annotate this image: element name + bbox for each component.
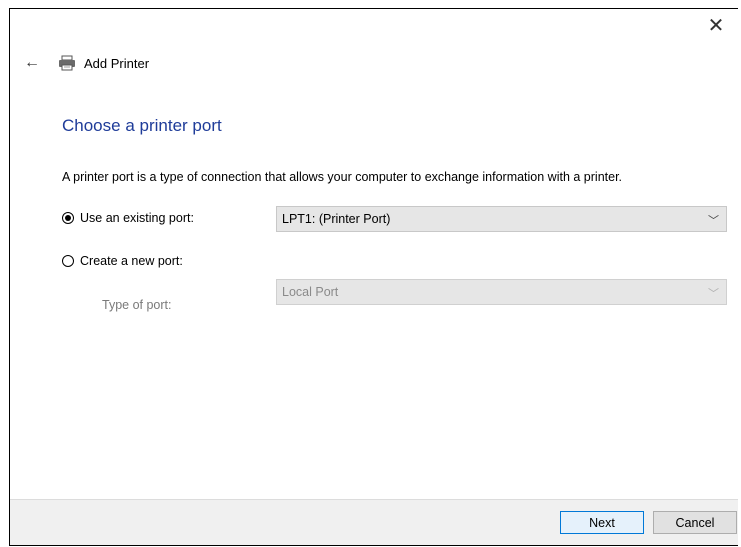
close-icon: ✕ xyxy=(707,14,725,37)
dialog-footer: Next Cancel xyxy=(10,499,738,545)
close-button[interactable]: ✕ xyxy=(696,9,736,41)
title-bar: ← Add Printer xyxy=(10,49,738,77)
type-of-port-value: Local Port xyxy=(282,285,339,299)
back-button[interactable]: ← xyxy=(22,54,42,72)
next-button[interactable]: Next xyxy=(560,511,644,534)
type-of-port-label: Type of port: xyxy=(102,298,172,312)
use-existing-port-radio[interactable] xyxy=(62,212,74,224)
chevron-down-icon: ﹀ xyxy=(708,215,719,227)
window-title: Add Printer xyxy=(84,55,150,71)
existing-port-select[interactable]: LPT1: (Printer Port) ﹀ xyxy=(276,206,727,232)
printer-icon xyxy=(59,55,75,71)
page-description: A printer port is a type of connection t… xyxy=(62,170,623,184)
back-arrow-icon: ← xyxy=(24,54,40,71)
create-new-port-option[interactable]: Create a new port: xyxy=(62,254,183,268)
page-title: Choose a printer port xyxy=(62,116,222,135)
create-new-port-radio[interactable] xyxy=(62,255,74,267)
existing-port-value: LPT1: (Printer Port) xyxy=(282,212,391,226)
chevron-down-icon: ﹀ xyxy=(708,288,719,300)
add-printer-dialog: ✕ ← Add Printer Choose a printer port A … xyxy=(9,8,738,546)
type-of-port-select[interactable]: Local Port ﹀ xyxy=(276,279,727,305)
use-existing-port-option[interactable]: Use an existing port: xyxy=(62,211,194,225)
cancel-button[interactable]: Cancel xyxy=(653,511,737,534)
create-new-port-label: Create a new port: xyxy=(80,254,183,268)
use-existing-port-label: Use an existing port: xyxy=(80,211,194,225)
